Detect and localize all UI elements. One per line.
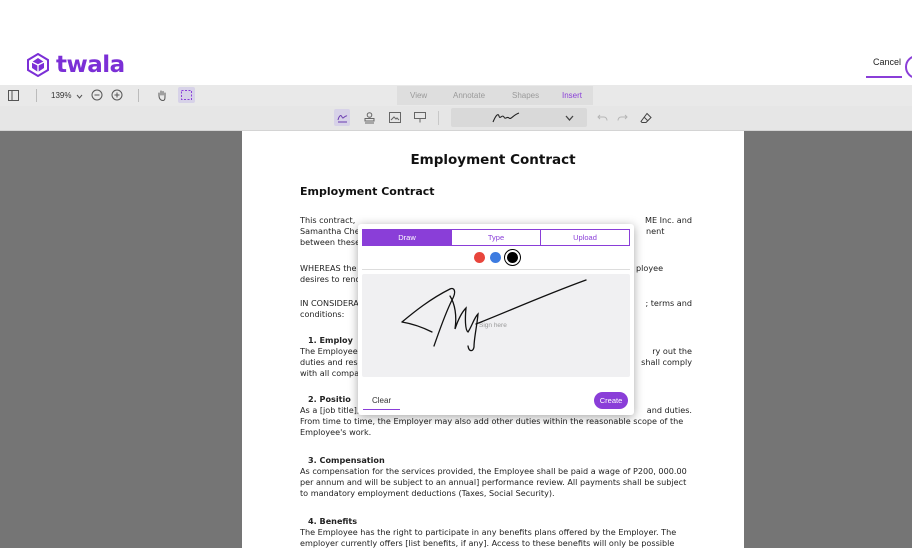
doc-line: ployee — [636, 263, 664, 273]
viewer-toolbar: 139% View Annotate Shapes Insert — [0, 85, 912, 107]
signature-pen-icon — [337, 115, 348, 123]
color-black-swatch[interactable] — [505, 250, 520, 265]
doc-line: employer currently offers [list benefits… — [300, 538, 675, 548]
cancel-underline — [866, 76, 902, 78]
tab-insert[interactable]: Insert — [562, 91, 582, 100]
toolbar-divider — [138, 89, 139, 102]
section-heading: 4. Benefits — [308, 516, 358, 526]
stamp-icon[interactable] — [364, 112, 375, 124]
zoom-out-icon[interactable] — [91, 89, 103, 101]
doc-line: Employee's work. — [300, 427, 372, 437]
zoom-level[interactable]: 139% — [51, 91, 71, 100]
signature-dialog: Draw Type Upload Sign here Clear Create — [358, 224, 634, 415]
section-heading: 3. Compensation — [308, 455, 385, 465]
doc-line: The Employee has the right to participat… — [300, 527, 677, 537]
signature-preview-icon — [492, 112, 520, 123]
document-heading: Employment Contract — [300, 185, 435, 198]
modal-divider — [362, 269, 630, 270]
zoom-in-icon[interactable] — [111, 89, 123, 101]
brand-name: twala — [56, 52, 125, 78]
drawn-signature-stroke — [401, 279, 587, 352]
image-icon[interactable] — [389, 112, 401, 123]
doc-line: nent — [646, 226, 665, 236]
doc-line: As compensation for the services provide… — [300, 466, 687, 476]
clear-underline — [363, 409, 400, 410]
color-red-swatch[interactable] — [474, 252, 485, 263]
pan-hand-icon[interactable] — [156, 89, 168, 101]
text-field-icon[interactable] — [414, 112, 426, 123]
page-title: Employment Contract — [410, 152, 576, 168]
saved-signature-select[interactable] — [451, 108, 587, 127]
chevron-down-icon — [565, 115, 574, 121]
tab-type[interactable]: Type — [452, 230, 541, 245]
redo-icon[interactable] — [617, 113, 628, 123]
toolbar-divider — [36, 89, 37, 102]
tab-upload[interactable]: Upload — [541, 230, 629, 245]
create-signature-button[interactable]: Create — [594, 392, 628, 409]
sidebar-toggle-icon[interactable] — [8, 90, 19, 101]
cancel-button[interactable]: Cancel — [873, 57, 901, 67]
twala-logo-icon — [27, 53, 49, 77]
undo-icon[interactable] — [597, 113, 608, 123]
doc-line: per annum and will be subject to an annu… — [300, 477, 687, 487]
brand-logo: twala — [26, 52, 125, 78]
tab-shapes[interactable]: Shapes — [512, 91, 539, 100]
tab-annotate[interactable]: Annotate — [453, 91, 485, 100]
signature-method-tabs: Draw Type Upload — [362, 229, 630, 246]
toolbar-divider — [438, 111, 439, 125]
clear-button[interactable]: Clear — [372, 396, 391, 405]
signature-draw-pad[interactable]: Sign here — [362, 274, 630, 377]
insert-toolbar — [0, 106, 912, 131]
eraser-icon[interactable] — [640, 112, 652, 124]
tab-view[interactable]: View — [410, 91, 427, 100]
select-tool-button[interactable] — [178, 87, 195, 103]
mode-tabs: View Annotate Shapes Insert — [397, 86, 593, 105]
next-step-button[interactable] — [905, 55, 912, 79]
signature-tool-button[interactable] — [334, 109, 350, 126]
doc-line: From time to time, the Employer may also… — [300, 416, 684, 426]
selection-marquee-icon — [181, 90, 192, 100]
color-blue-swatch[interactable] — [490, 252, 501, 263]
tab-draw[interactable]: Draw — [363, 230, 452, 245]
chevron-down-icon[interactable] — [76, 94, 83, 99]
doc-line: to mandatory employment deductions (Taxe… — [300, 488, 555, 498]
app-header: twala Cancel — [0, 0, 912, 85]
